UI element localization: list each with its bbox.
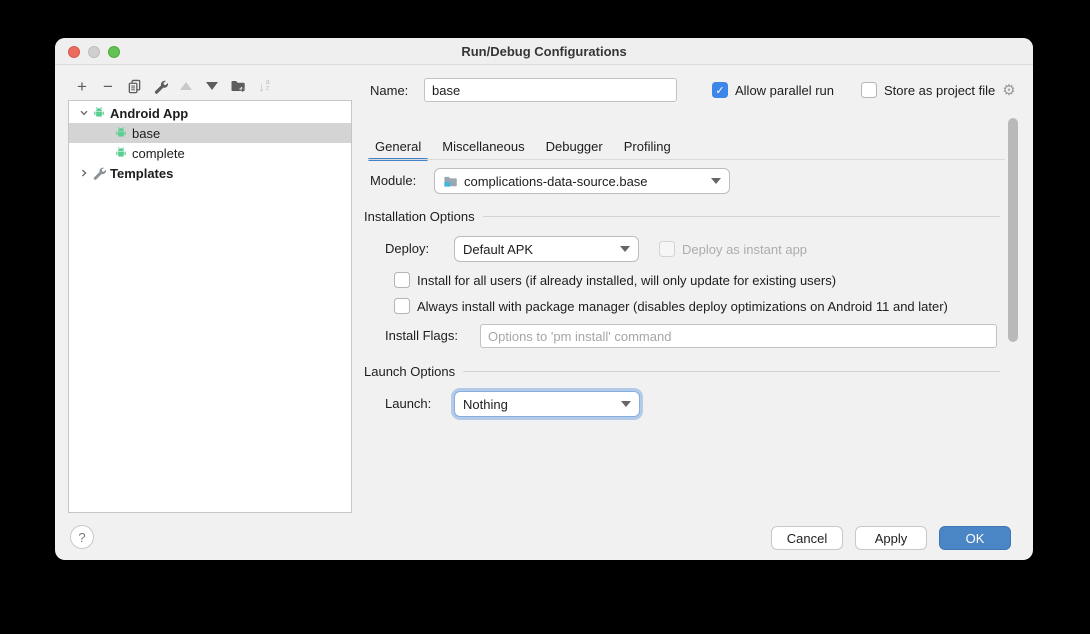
add-configuration-button[interactable]: +: [69, 75, 95, 97]
tree-item-templates[interactable]: Templates: [69, 163, 351, 183]
installation-options-section-header: Installation Options: [364, 208, 1000, 224]
sort-configurations-button: ↓ az: [251, 75, 277, 97]
android-icon: [114, 146, 129, 161]
deploy-label: Deploy:: [385, 236, 429, 262]
copy-icon: [127, 79, 142, 94]
deploy-as-instant-app-checkbox: [659, 241, 675, 257]
traffic-lights: [68, 46, 120, 58]
tree-item-label: base: [132, 126, 160, 141]
gear-icon[interactable]: [1002, 81, 1015, 99]
apply-button[interactable]: Apply: [855, 526, 927, 550]
deploy-dropdown[interactable]: Default APK: [454, 236, 639, 262]
section-divider: [463, 371, 1000, 372]
move-down-button[interactable]: [199, 75, 225, 97]
configurations-toolbar: + −: [69, 74, 277, 98]
chevron-right-icon[interactable]: [76, 168, 92, 178]
module-value: complications-data-source.base: [464, 174, 705, 189]
configurations-tree: Android App base: [68, 100, 352, 513]
name-label: Name:: [370, 78, 408, 104]
folder-plus-icon: [230, 78, 246, 94]
module-label: Module:: [370, 168, 416, 194]
launch-options-section-header: Launch Options: [364, 363, 1000, 379]
vertical-scrollbar[interactable]: [1008, 118, 1018, 342]
copy-configuration-button[interactable]: [121, 75, 147, 97]
sort-az-icon: ↓ az: [258, 79, 269, 94]
plus-icon: +: [77, 78, 87, 95]
run-debug-configurations-dialog: Run/Debug Configurations + −: [55, 38, 1033, 560]
close-window-button[interactable]: [68, 46, 80, 58]
zoom-window-button[interactable]: [108, 46, 120, 58]
tab-miscellaneous[interactable]: Miscellaneous: [435, 135, 531, 159]
install-flags-label: Install Flags:: [385, 323, 458, 349]
launch-value: Nothing: [463, 397, 615, 412]
allow-parallel-run-option[interactable]: Allow parallel run: [712, 78, 834, 102]
store-as-project-file-checkbox[interactable]: [861, 82, 877, 98]
always-install-pm-label: Always install with package manager (dis…: [417, 299, 948, 314]
dropdown-arrow-icon: [620, 246, 630, 252]
tabs-divider: [368, 159, 1005, 160]
tree-item-label: Templates: [110, 166, 173, 181]
installation-options-title: Installation Options: [364, 209, 475, 224]
dropdown-arrow-icon: [711, 178, 721, 184]
screen-background: Run/Debug Configurations + −: [0, 0, 1090, 634]
install-flags-input[interactable]: [480, 324, 997, 348]
minimize-window-button: [88, 46, 100, 58]
store-as-project-file-option[interactable]: Store as project file: [861, 78, 1016, 102]
window-title: Run/Debug Configurations: [461, 44, 626, 59]
tree-item-android-app[interactable]: Android App: [69, 103, 351, 123]
name-input[interactable]: [424, 78, 677, 102]
tree-item-label: complete: [132, 146, 185, 161]
arrow-down-icon: [206, 82, 218, 90]
help-button[interactable]: ?: [70, 525, 94, 549]
cancel-button[interactable]: Cancel: [771, 526, 843, 550]
chevron-down-icon[interactable]: [76, 108, 92, 118]
arrow-up-icon: [180, 82, 192, 90]
minus-icon: −: [103, 78, 113, 95]
window-titlebar[interactable]: Run/Debug Configurations: [55, 38, 1033, 65]
launch-label: Launch:: [385, 391, 431, 417]
module-folder-icon: [443, 174, 458, 189]
edit-configuration-button[interactable]: [147, 75, 173, 97]
remove-configuration-button[interactable]: −: [95, 75, 121, 97]
ok-button[interactable]: OK: [939, 526, 1011, 550]
android-icon: [92, 106, 107, 121]
tree-item-label: Android App: [110, 106, 188, 121]
new-folder-button[interactable]: [225, 75, 251, 97]
module-dropdown[interactable]: complications-data-source.base: [434, 168, 730, 194]
wrench-icon: [92, 166, 107, 181]
always-install-pm-checkbox[interactable]: [394, 298, 410, 314]
question-mark-icon: ?: [78, 530, 85, 545]
tree-item-base[interactable]: base: [69, 123, 351, 143]
tree-item-complete[interactable]: complete: [69, 143, 351, 163]
install-all-users-checkbox[interactable]: [394, 272, 410, 288]
tab-profiling[interactable]: Profiling: [617, 135, 678, 159]
deploy-as-instant-app-option: Deploy as instant app: [659, 237, 807, 261]
move-up-button: [173, 75, 199, 97]
always-install-pm-option[interactable]: Always install with package manager (dis…: [394, 294, 948, 318]
dropdown-arrow-icon: [621, 401, 631, 407]
launch-options-title: Launch Options: [364, 364, 455, 379]
section-divider: [483, 216, 1000, 217]
install-all-users-label: Install for all users (if already instal…: [417, 273, 836, 288]
android-icon: [114, 126, 129, 141]
allow-parallel-run-checkbox[interactable]: [712, 82, 728, 98]
install-all-users-option[interactable]: Install for all users (if already instal…: [394, 268, 836, 292]
wrench-icon: [153, 79, 168, 94]
tab-general[interactable]: General: [368, 135, 428, 159]
launch-dropdown[interactable]: Nothing: [454, 391, 640, 417]
allow-parallel-run-label: Allow parallel run: [735, 83, 834, 98]
store-as-project-file-label: Store as project file: [884, 83, 995, 98]
tab-debugger[interactable]: Debugger: [539, 135, 610, 159]
config-tabs: General Miscellaneous Debugger Profiling: [368, 135, 685, 159]
deploy-as-instant-app-label: Deploy as instant app: [682, 242, 807, 257]
deploy-value: Default APK: [463, 242, 614, 257]
